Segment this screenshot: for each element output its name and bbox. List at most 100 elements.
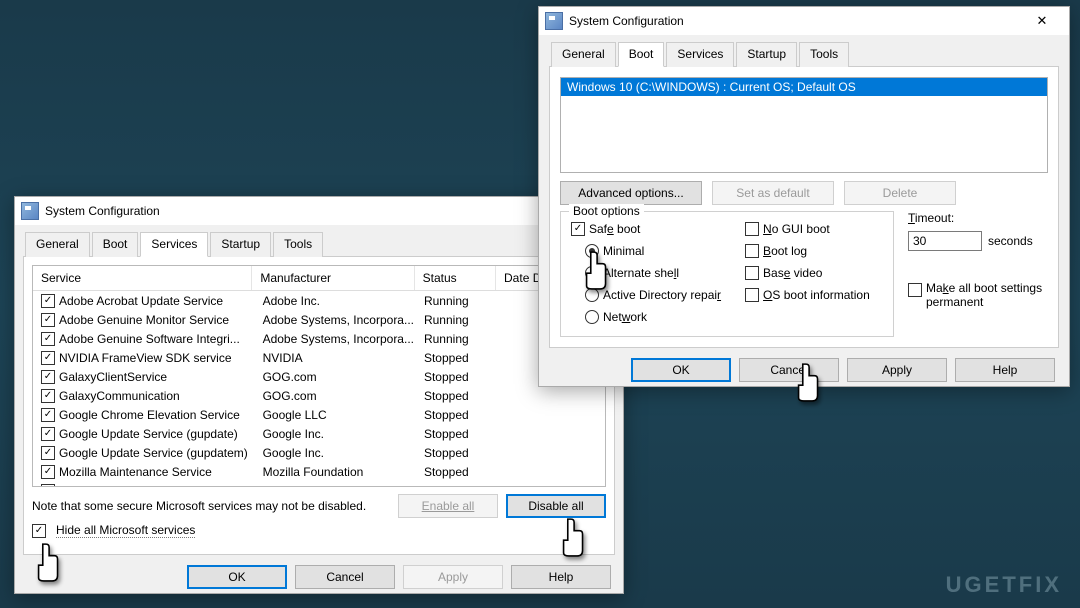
status: Stopped [420, 427, 496, 441]
radio-minimal[interactable] [585, 244, 599, 258]
radio-network[interactable] [585, 310, 599, 324]
window-services-config: System Configuration General Boot Servic… [14, 196, 624, 594]
radio-ad-repair[interactable] [585, 288, 599, 302]
table-row[interactable]: Google Update Service (gupdatem)Google I… [33, 443, 605, 462]
window-title: System Configuration [569, 14, 1021, 28]
status: Running [420, 332, 496, 346]
row-checkbox[interactable] [41, 294, 55, 308]
table-row[interactable]: NVIDIA LocalSystem ContainerNVIDIA Corpo… [33, 481, 605, 487]
row-checkbox[interactable] [41, 389, 55, 403]
titlebar-boot[interactable]: System Configuration ✕ [539, 7, 1069, 35]
row-checkbox[interactable] [41, 351, 55, 365]
base-video-label: Base video [763, 266, 822, 280]
enable-all-button: Enable all [398, 494, 498, 518]
manufacturer: Adobe Inc. [259, 294, 420, 308]
status: Stopped [420, 465, 496, 479]
boot-list[interactable]: Windows 10 (C:\WINDOWS) : Current OS; De… [560, 77, 1048, 173]
table-row[interactable]: GalaxyCommunicationGOG.comStopped [33, 386, 605, 405]
ok-button[interactable]: OK [187, 565, 287, 589]
manufacturer: NVIDIA Corporation [259, 484, 420, 488]
base-video-checkbox[interactable] [745, 266, 759, 280]
manufacturer: Mozilla Foundation [259, 465, 420, 479]
hide-ms-checkbox[interactable] [32, 524, 46, 538]
radio-alt-shell[interactable] [585, 266, 599, 280]
row-checkbox[interactable] [41, 484, 55, 488]
titlebar-services[interactable]: System Configuration [15, 197, 623, 225]
row-checkbox[interactable] [41, 370, 55, 384]
help-button[interactable]: Help [511, 565, 611, 589]
delete-button: Delete [844, 181, 956, 205]
permanent-label: Make all boot settings permanent [926, 281, 1048, 309]
tab-boot[interactable]: Boot [618, 42, 665, 67]
tab-services[interactable]: Services [140, 232, 208, 257]
status: Running [420, 294, 496, 308]
radio-alt-shell-label: Alternate shell [603, 266, 679, 280]
status: Stopped [420, 408, 496, 422]
table-row[interactable]: Google Update Service (gupdate)Google In… [33, 424, 605, 443]
col-status[interactable]: Status [415, 266, 496, 290]
boot-log-checkbox[interactable] [745, 244, 759, 258]
row-checkbox[interactable] [41, 446, 55, 460]
disable-all-button[interactable]: Disable all [506, 494, 606, 518]
safe-boot-checkbox[interactable] [571, 222, 585, 236]
table-row[interactable]: NVIDIA FrameView SDK serviceNVIDIAStoppe… [33, 348, 605, 367]
permanent-checkbox[interactable] [908, 283, 922, 297]
tab-tools[interactable]: Tools [799, 42, 849, 67]
tab-tools[interactable]: Tools [273, 232, 323, 257]
table-row[interactable]: GalaxyClientServiceGOG.comStopped [33, 367, 605, 386]
service-name: Adobe Genuine Software Integri... [59, 332, 240, 346]
row-checkbox[interactable] [41, 408, 55, 422]
tab-boot[interactable]: Boot [92, 232, 139, 257]
ok-button[interactable]: OK [631, 358, 731, 382]
services-list[interactable]: Service Manufacturer Status Date Disable… [32, 265, 606, 487]
tabs-boot: General Boot Services Startup Tools [549, 41, 1059, 67]
msconfig-icon [545, 12, 563, 30]
cancel-button[interactable]: Cancel [739, 358, 839, 382]
tab-startup[interactable]: Startup [736, 42, 797, 67]
help-button[interactable]: Help [955, 358, 1055, 382]
timeout-label: Timeout: [908, 211, 1048, 225]
tab-services[interactable]: Services [666, 42, 734, 67]
tabs-services: General Boot Services Startup Tools [23, 231, 615, 257]
os-info-checkbox[interactable] [745, 288, 759, 302]
table-row[interactable]: Adobe Genuine Monitor Service Adobe Syste… [33, 310, 605, 329]
hide-ms-label: Hide all Microsoft services [56, 523, 195, 538]
dialog-buttons-boot: OK Cancel Apply Help [549, 348, 1059, 386]
manufacturer: GOG.com [259, 370, 420, 384]
window-boot-config: System Configuration ✕ General Boot Serv… [538, 6, 1070, 387]
manufacturer: Google Inc. [259, 427, 420, 441]
radio-ad-repair-label: Active Directory repair [603, 288, 721, 302]
cancel-button[interactable]: Cancel [295, 565, 395, 589]
no-gui-label: No GUI boot [763, 222, 830, 236]
table-row[interactable]: Mozilla Maintenance Service Mozilla Found… [33, 462, 605, 481]
table-row[interactable]: Adobe Genuine Software Integri...Adobe S… [33, 329, 605, 348]
boot-entry[interactable]: Windows 10 (C:\WINDOWS) : Current OS; De… [561, 78, 1047, 96]
row-checkbox[interactable] [41, 313, 55, 327]
service-name: Adobe Genuine Monitor Service [59, 313, 229, 327]
timeout-input[interactable] [908, 231, 982, 251]
advanced-options-button[interactable]: Advanced options... [560, 181, 702, 205]
col-manufacturer[interactable]: Manufacturer [252, 266, 414, 290]
table-row[interactable]: Adobe Acrobat Update ServiceAdobe Inc.Ru… [33, 291, 605, 310]
os-info-label: OS boot information [763, 288, 870, 302]
service-name: Mozilla Maintenance Service [59, 465, 212, 479]
manufacturer: Adobe Systems, Incorpora... [259, 313, 420, 327]
close-button[interactable]: ✕ [1021, 10, 1063, 32]
manufacturer: NVIDIA [259, 351, 420, 365]
tab-general[interactable]: General [25, 232, 90, 257]
apply-button[interactable]: Apply [847, 358, 947, 382]
status: Stopped [420, 351, 496, 365]
table-row[interactable]: Google Chrome Elevation ServiceGoogle LL… [33, 405, 605, 424]
status: Stopped [420, 446, 496, 460]
row-checkbox[interactable] [41, 465, 55, 479]
row-checkbox[interactable] [41, 427, 55, 441]
tab-startup[interactable]: Startup [210, 232, 271, 257]
col-service[interactable]: Service [33, 266, 252, 290]
row-checkbox[interactable] [41, 332, 55, 346]
status: Running [420, 484, 496, 488]
tab-general[interactable]: General [551, 42, 616, 67]
boot-log-label: Boot log [763, 244, 807, 258]
radio-minimal-label: Minimal [603, 244, 644, 258]
no-gui-checkbox[interactable] [745, 222, 759, 236]
set-default-button: Set as default [712, 181, 834, 205]
